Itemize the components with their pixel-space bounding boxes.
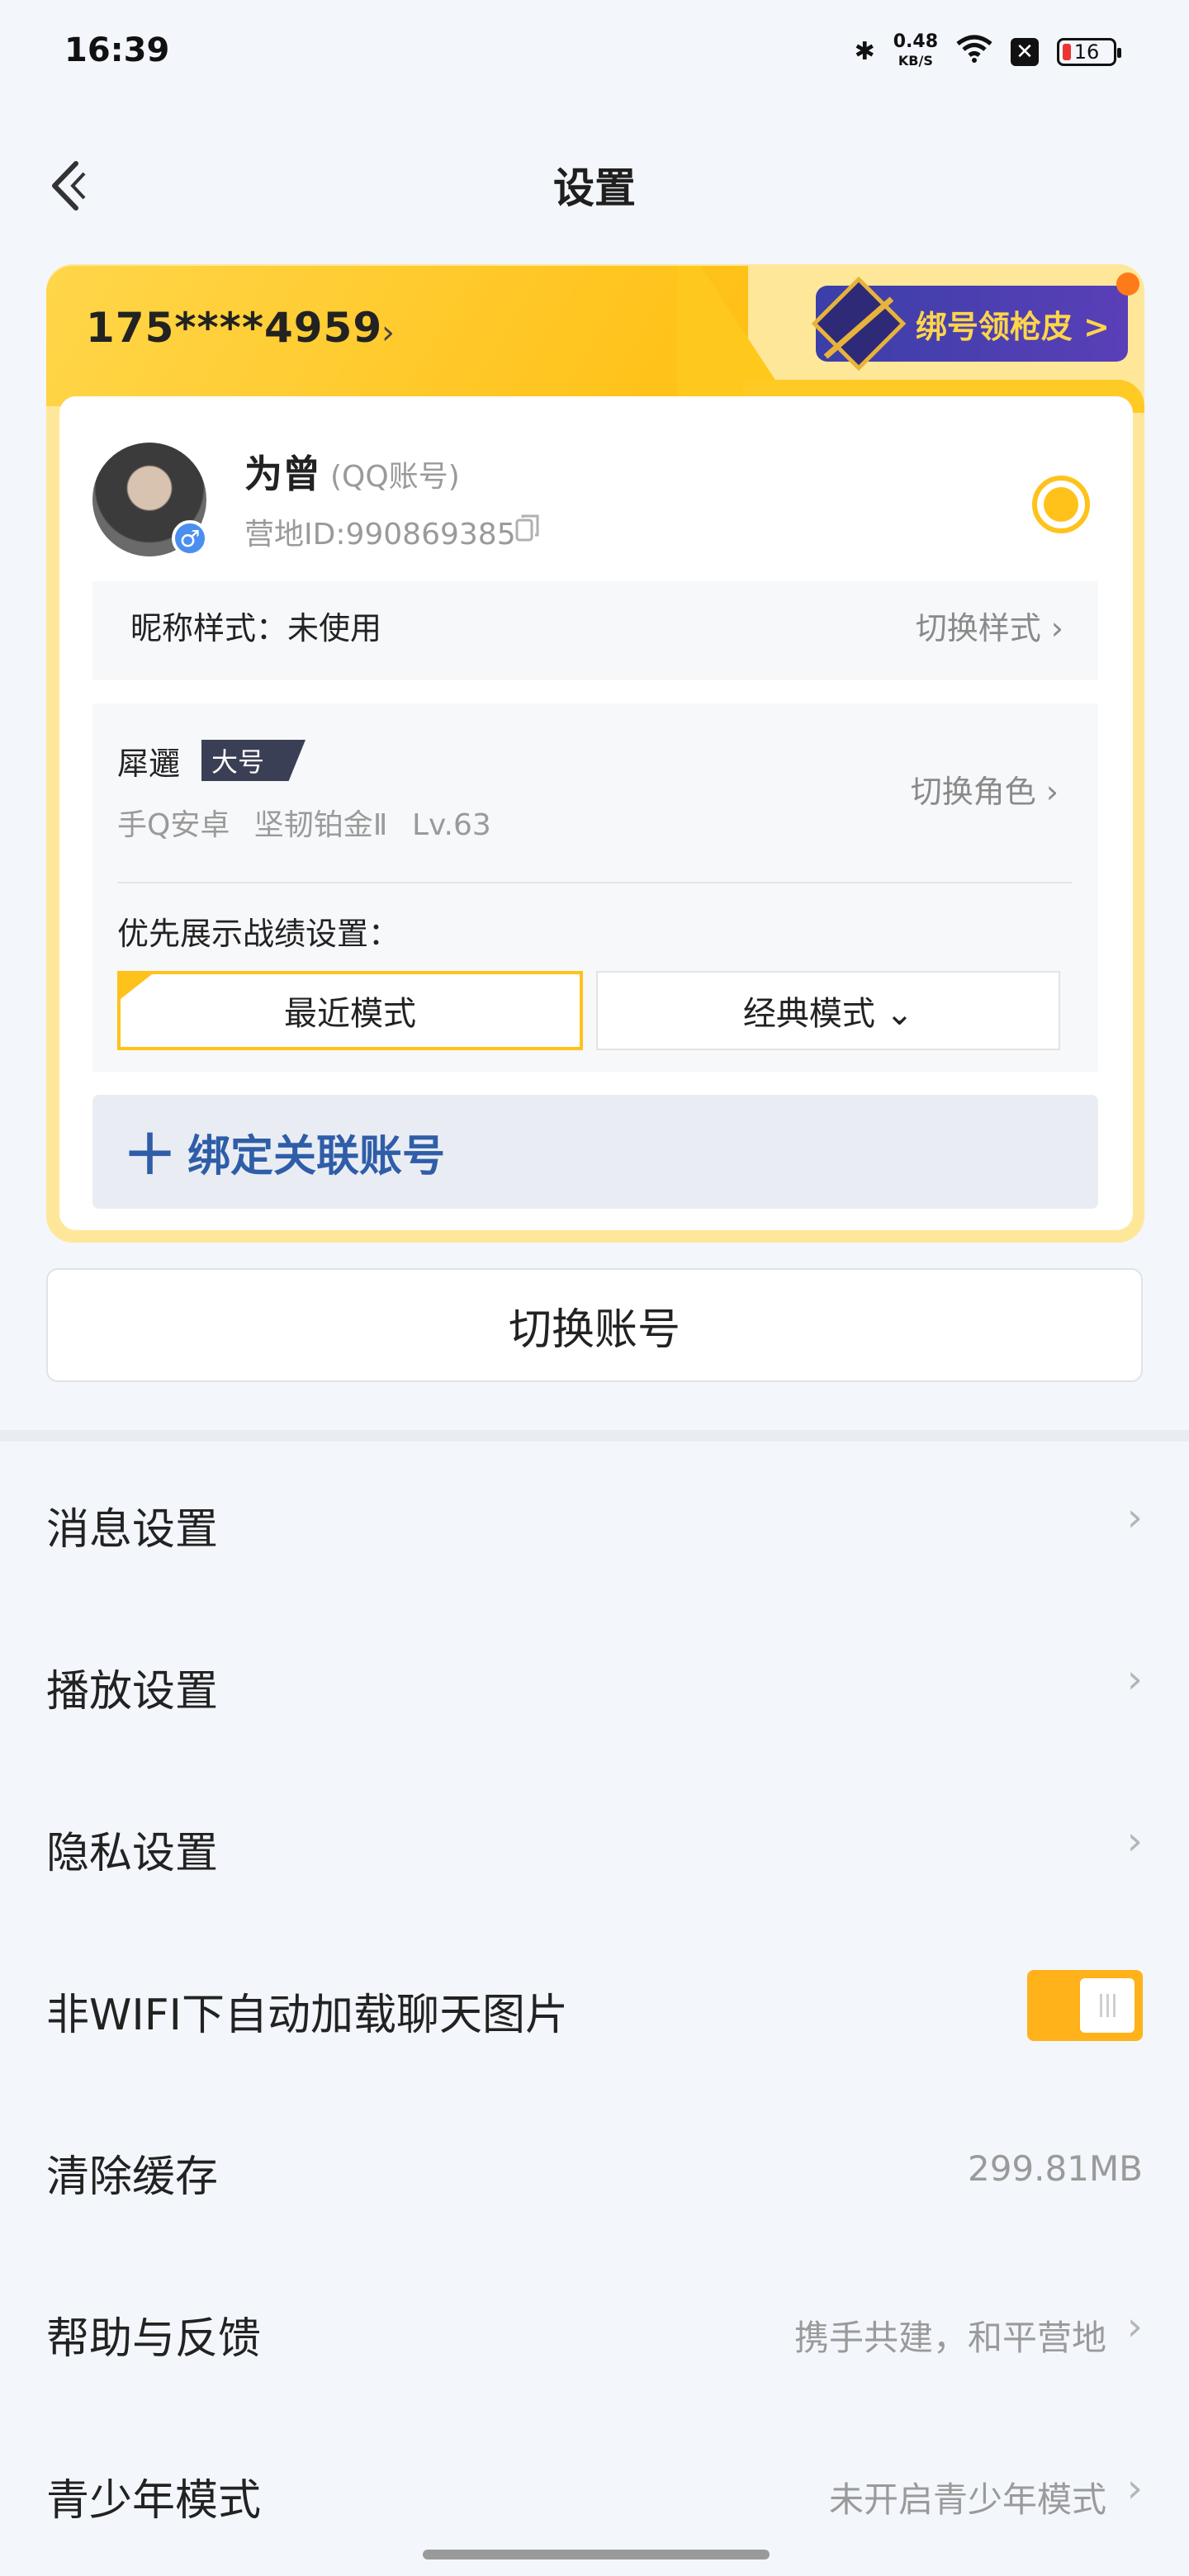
settings-row-auto-load-images: 非WIFI下自动加载聊天图片 — [0, 1927, 1189, 2089]
sim-off-icon: ✕ — [1011, 37, 1039, 66]
settings-row-playback[interactable]: 播放设置 › — [0, 1603, 1189, 1765]
promo-label: 绑号领枪皮 > — [915, 308, 1110, 345]
wifi-icon — [956, 35, 992, 69]
battery-icon: 16 — [1057, 37, 1121, 66]
switch-role-link[interactable]: 切换角色 › — [911, 766, 1059, 812]
recent-mode-button[interactable]: 最近模式 — [117, 971, 583, 1050]
row-label: 消息设置 — [46, 1505, 219, 1555]
notification-dot — [1116, 272, 1139, 296]
row-value: 未开启青少年模式 — [828, 2479, 1106, 2520]
row-label: 青少年模式 — [46, 2476, 262, 2526]
battery-level: 16 — [1073, 40, 1100, 64]
bluetooth-icon: ✱ — [854, 37, 875, 66]
row-label: 非WIFI下自动加载聊天图片 — [46, 1991, 568, 2040]
account-type: (QQ账号) — [330, 460, 460, 494]
row-label: 隐私设置 — [46, 1829, 219, 1878]
row-value: 携手共建，和平营地 — [793, 2318, 1106, 2358]
user-name: 为曾 — [244, 452, 320, 496]
row-label: 帮助与反馈 — [46, 2314, 262, 2364]
plus-icon: + — [122, 1113, 178, 1190]
settings-row-message[interactable]: 消息设置 › — [0, 1442, 1189, 1603]
net-speed-unit: KB/S — [898, 53, 933, 69]
cache-size: 299.81MB — [967, 2148, 1143, 2189]
settings-row-clear-cache[interactable]: 清除缓存 299.81MB — [0, 2089, 1189, 2251]
display-pref-label: 优先展示战绩设置： — [117, 916, 400, 952]
chevron-right-icon: › — [1126, 1494, 1143, 1541]
auto-load-toggle[interactable] — [1027, 1970, 1143, 2041]
male-icon: ♂ — [172, 520, 208, 556]
section-divider — [0, 1430, 1189, 1442]
classic-mode-dropdown[interactable]: 经典模式 ⌄ — [596, 971, 1060, 1050]
camp-id: 营地ID:990869385 — [244, 518, 516, 552]
account-phone[interactable]: 175****4959 — [86, 304, 382, 352]
status-time: 16:39 — [64, 31, 170, 69]
row-label: 播放设置 — [46, 1667, 219, 1717]
rifle-skin-icon — [809, 274, 908, 373]
chevron-right-icon: › — [1126, 1656, 1143, 1702]
switch-style-link[interactable]: 切换样式 › — [916, 603, 1063, 648]
account-selected-radio[interactable] — [1032, 476, 1090, 533]
chevron-right-icon[interactable]: › — [381, 314, 395, 352]
home-indicator[interactable] — [423, 2550, 770, 2559]
switch-account-button[interactable]: 切换账号 — [46, 1268, 1143, 1382]
settings-row-help[interactable]: 帮助与反馈 携手共建，和平营地 › — [0, 2251, 1189, 2413]
divider — [117, 882, 1072, 883]
settings-row-privacy[interactable]: 隐私设置 › — [0, 1765, 1189, 1927]
chevron-right-icon: › — [1126, 2304, 1143, 2350]
net-speed-value: 0.48 — [893, 31, 938, 52]
net-speed: 0.48 KB/S — [893, 33, 938, 70]
page-title: 设置 — [553, 164, 636, 212]
bind-account-button[interactable]: + 绑定关联账号 — [92, 1095, 1098, 1209]
nickname-style-label: 昵称样式：未使用 — [130, 610, 382, 646]
toggle-knob — [1080, 1978, 1135, 2033]
bind-account-label: 绑定关联账号 — [187, 1131, 446, 1181]
role-info: 手Q安卓 坚韧铂金Ⅱ Lv.63 — [117, 808, 491, 842]
chevron-right-icon: › — [1126, 1818, 1143, 1864]
status-icons: ✱ 0.48 KB/S ✕ 16 — [854, 33, 1121, 70]
chevron-right-icon: › — [1126, 2465, 1143, 2512]
row-label: 清除缓存 — [46, 2152, 219, 2202]
role-name: 犀邐 — [117, 746, 181, 782]
copy-icon[interactable] — [515, 514, 540, 542]
